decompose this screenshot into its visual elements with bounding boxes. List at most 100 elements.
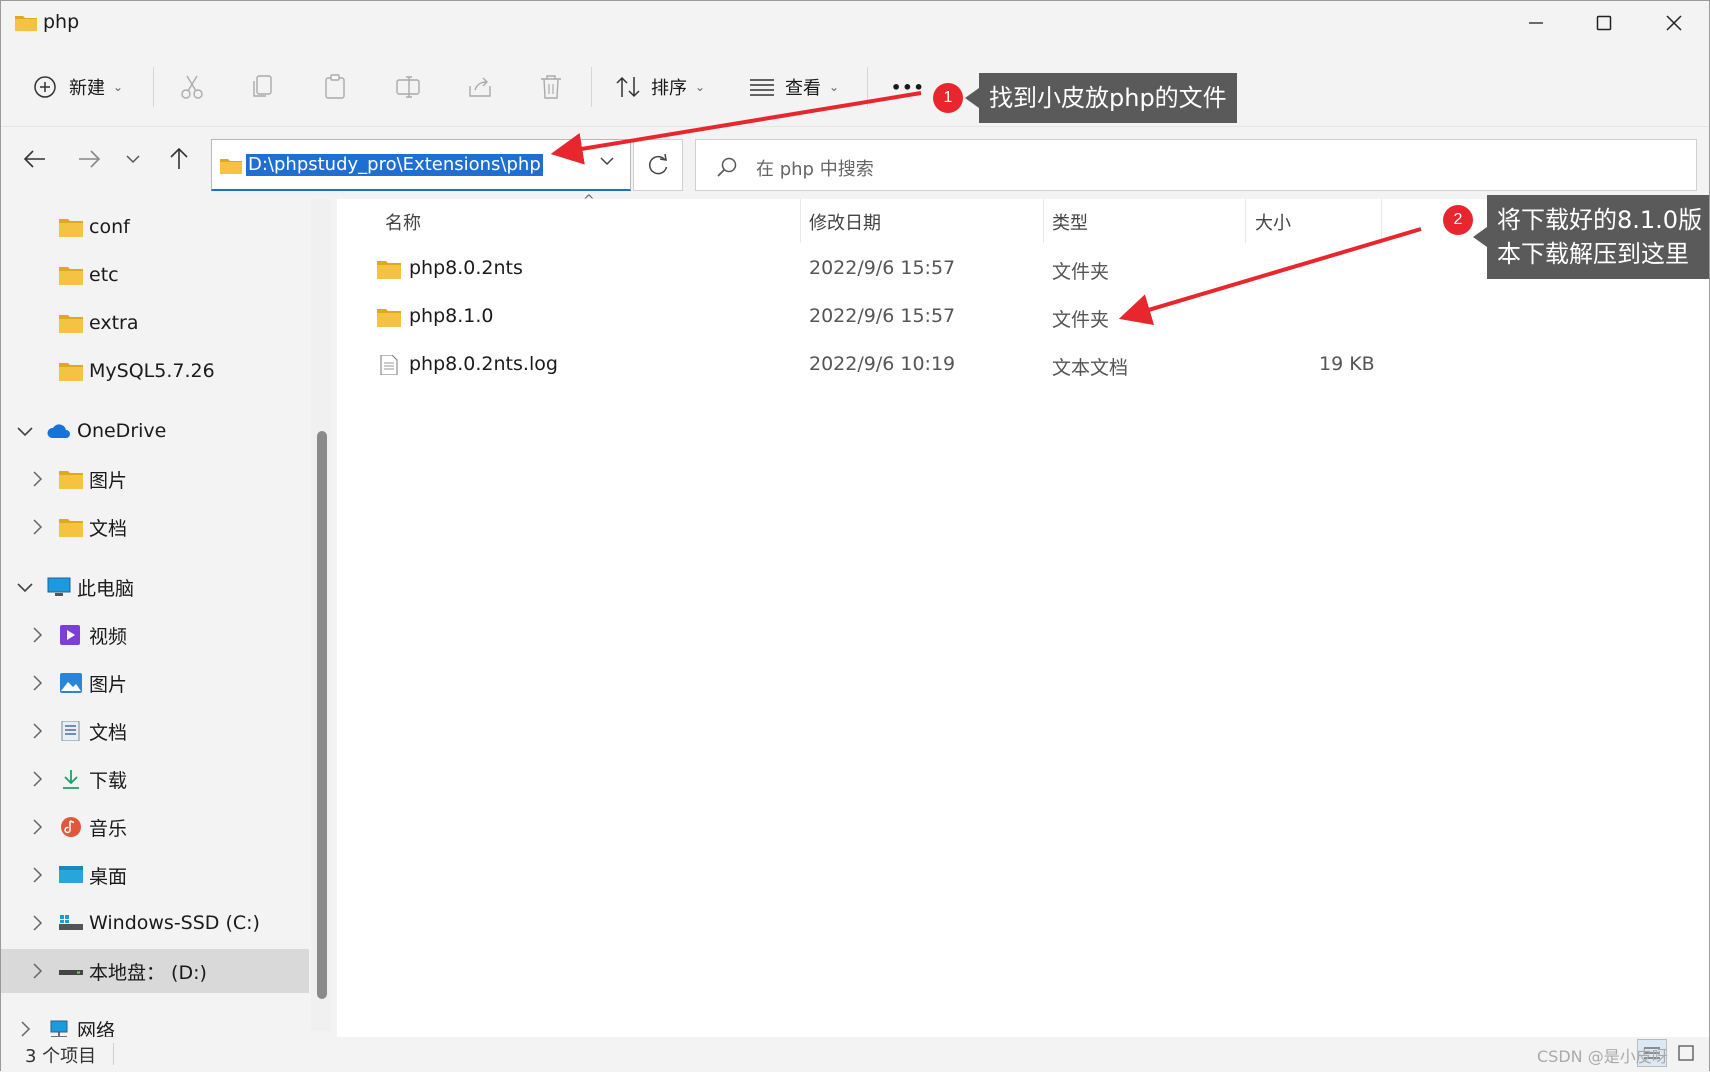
- sidebar-item-drive-c[interactable]: Windows-SSD (C:): [1, 901, 309, 945]
- sidebar-item-videos[interactable]: 视频: [1, 613, 309, 657]
- share-button[interactable]: [467, 61, 493, 113]
- annotation-badge-2: 2: [1443, 205, 1473, 235]
- sidebar-item-pictures[interactable]: 图片: [1, 661, 309, 705]
- up-button[interactable]: [159, 139, 199, 179]
- chevron-down-icon: ⌄: [695, 80, 706, 94]
- chevron-right-icon[interactable]: [15, 1019, 35, 1037]
- chevron-right-icon[interactable]: [27, 721, 47, 741]
- folder-icon: [59, 315, 83, 333]
- cut-button[interactable]: [179, 61, 205, 113]
- sort-label: 排序: [651, 78, 687, 99]
- tiles-view-button[interactable]: [1671, 1039, 1701, 1067]
- chevron-right-icon[interactable]: [27, 961, 47, 981]
- sidebar-item-extra[interactable]: extra: [1, 301, 309, 345]
- copy-button[interactable]: [251, 61, 275, 113]
- new-button[interactable]: 新建 ⌄: [33, 61, 123, 113]
- refresh-button[interactable]: [633, 139, 683, 191]
- file-name: php8.0.2nts.log: [409, 353, 558, 375]
- delete-button[interactable]: [539, 61, 563, 113]
- video-icon: [60, 625, 80, 645]
- forward-button[interactable]: [69, 139, 109, 179]
- more-icon: •••: [891, 77, 925, 97]
- new-label: 新建: [69, 78, 105, 99]
- sidebar-item-onedrive-pictures[interactable]: 图片: [1, 457, 309, 501]
- search-box[interactable]: 在 php 中搜索: [695, 139, 1697, 191]
- chevron-right-icon[interactable]: [27, 673, 47, 693]
- sidebar-item-label: 下载: [89, 769, 128, 792]
- sidebar-scrollbar[interactable]: [311, 199, 331, 1031]
- sidebar-item-conf[interactable]: conf: [1, 205, 309, 249]
- trash-icon: [541, 75, 561, 99]
- sidebar-scrollbar-thumb[interactable]: [317, 431, 327, 999]
- annotation-callout-2-line1: 将下载好的8.1.0版: [1497, 206, 1703, 234]
- annotation-badge-1: 1: [933, 83, 963, 113]
- address-path[interactable]: D:\phpstudy_pro\Extensions\php: [246, 154, 543, 176]
- folder-icon: [59, 267, 83, 285]
- column-divider[interactable]: [1043, 199, 1044, 243]
- sidebar-item-downloads[interactable]: 下载: [1, 757, 309, 801]
- view-button[interactable]: 查看 ⌄: [749, 61, 839, 113]
- minimize-button[interactable]: [1501, 1, 1571, 45]
- sidebar-item-onedrive[interactable]: OneDrive: [1, 409, 309, 453]
- sort-button[interactable]: 排序 ⌄: [615, 61, 705, 113]
- sidebar-item-mysql[interactable]: MySQL5.7.26: [1, 349, 309, 393]
- download-icon: [63, 770, 79, 789]
- close-button[interactable]: [1639, 1, 1709, 45]
- file-row-php8.0.2nts-log[interactable]: php8.0.2nts.log 2022/9/6 10:19 文本文档 19 K…: [365, 343, 1705, 387]
- pictures-icon: [60, 673, 82, 693]
- chevron-right-icon[interactable]: [27, 913, 47, 933]
- sidebar-item-documents[interactable]: 文档: [1, 709, 309, 753]
- sidebar-item-label: 文档: [89, 517, 128, 540]
- chevron-down-icon: [126, 155, 140, 164]
- desktop-icon: [59, 866, 83, 883]
- column-divider[interactable]: [800, 199, 801, 243]
- address-bar[interactable]: D:\phpstudy_pro\Extensions\php: [211, 139, 631, 191]
- column-header-modified[interactable]: 修改日期: [809, 209, 881, 235]
- chevron-down-icon[interactable]: [15, 421, 35, 441]
- chevron-right-icon[interactable]: [27, 817, 47, 837]
- chevron-right-icon[interactable]: [27, 469, 47, 489]
- chevron-down-icon[interactable]: [15, 577, 35, 597]
- file-name: php8.0.2nts: [409, 257, 523, 279]
- search-placeholder: 在 php 中搜索: [756, 159, 874, 180]
- chevron-right-icon[interactable]: [27, 517, 47, 537]
- paste-button[interactable]: [323, 61, 347, 113]
- file-row-php8.1.0[interactable]: php8.1.0 2022/9/6 15:57 文件夹: [365, 295, 1705, 339]
- arrow-left-icon: [24, 150, 45, 168]
- sidebar-item-label: Windows-SSD (C:): [89, 912, 260, 934]
- toolbar-separator: [591, 67, 592, 107]
- column-header-type[interactable]: 类型: [1052, 209, 1088, 235]
- refresh-icon: [648, 154, 668, 175]
- sidebar-item-label: 图片: [89, 673, 128, 696]
- sidebar-item-drive-d[interactable]: 本地盘： (D:): [1, 949, 309, 993]
- chevron-down-icon: ⌄: [829, 80, 840, 94]
- column-divider[interactable]: [1245, 199, 1246, 243]
- folder-icon: [59, 219, 83, 237]
- rename-icon: [396, 76, 420, 98]
- column-divider[interactable]: [1381, 199, 1382, 243]
- more-options-button[interactable]: •••: [891, 61, 925, 113]
- column-header-name[interactable]: 名称: [385, 209, 421, 235]
- item-count: 3 个项目: [25, 1046, 97, 1067]
- address-dropdown-icon[interactable]: [600, 156, 614, 166]
- chevron-right-icon[interactable]: [27, 865, 47, 885]
- sidebar-item-music[interactable]: 音乐: [1, 805, 309, 849]
- rename-button[interactable]: [395, 61, 421, 113]
- sidebar-item-network[interactable]: 网络: [1, 1007, 309, 1037]
- sidebar-item-label: 图片: [89, 469, 128, 492]
- sidebar-item-etc[interactable]: etc: [1, 253, 309, 297]
- sidebar-item-desktop[interactable]: 桌面: [1, 853, 309, 897]
- maximize-button[interactable]: [1569, 1, 1639, 45]
- chevron-right-icon[interactable]: [27, 769, 47, 789]
- sidebar-item-this-pc[interactable]: 此电脑: [1, 565, 309, 609]
- sidebar-item-label: 文档: [89, 721, 128, 744]
- copy-icon: [253, 75, 272, 97]
- column-header-size[interactable]: 大小: [1255, 209, 1291, 235]
- list-view-icon: [750, 79, 774, 96]
- file-type: 文件夹: [1052, 261, 1110, 283]
- back-button[interactable]: [15, 139, 55, 179]
- sidebar-item-onedrive-documents[interactable]: 文档: [1, 505, 309, 549]
- chevron-right-icon[interactable]: [27, 625, 47, 645]
- recent-locations-button[interactable]: [113, 139, 153, 179]
- sidebar-item-label: 此电脑: [77, 577, 135, 600]
